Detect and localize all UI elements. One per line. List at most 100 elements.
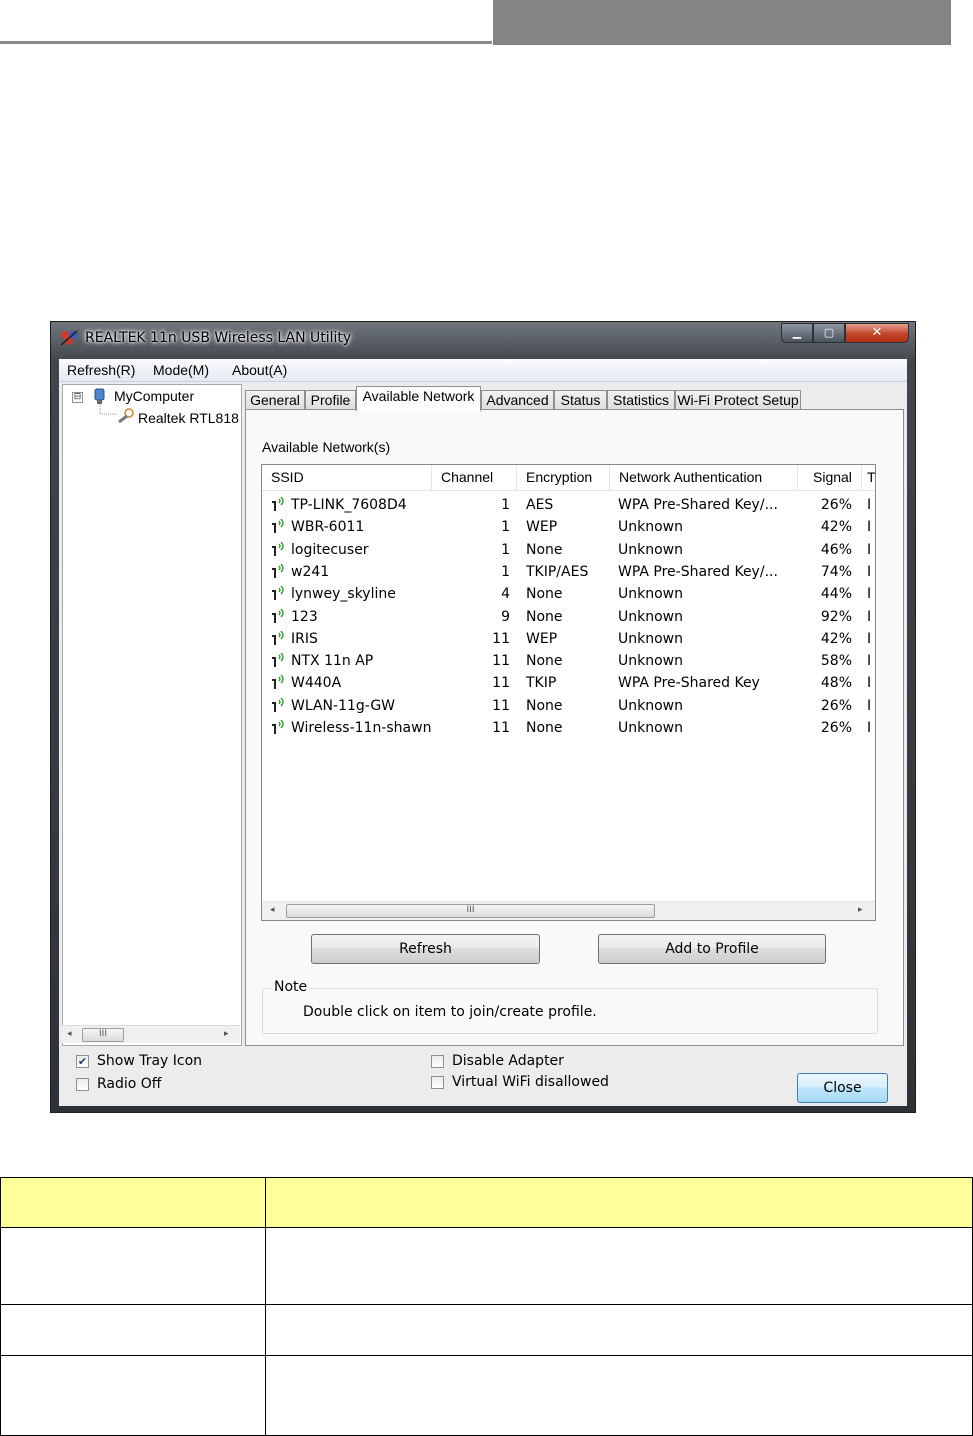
- table-row[interactable]: NTX 11n AP 11 None Unknown 58% I: [262, 650, 875, 672]
- table-row: [0, 1227, 973, 1305]
- virtual-wifi-box[interactable]: [431, 1076, 444, 1089]
- list-scroll-thumb[interactable]: III: [286, 904, 655, 918]
- cell-channel: 9: [501, 608, 510, 625]
- show-tray-icon-label: Show Tray Icon: [97, 1053, 203, 1069]
- cell-type: I: [867, 586, 872, 603]
- header-bar: [493, 0, 951, 45]
- table-cell: [0, 1304, 266, 1356]
- virtual-wifi-label: Virtual WiFi disallowed: [452, 1074, 609, 1090]
- column-network-auth[interactable]: Network Authentication: [610, 465, 798, 490]
- tree-scrollbar[interactable]: ◂ III ▸: [62, 1025, 240, 1043]
- window-client: Refresh(R) Mode(M) About(A) ⊟ MyComputer…: [59, 359, 907, 1106]
- cell-network-auth: Unknown: [618, 697, 683, 714]
- table-row[interactable]: 123 9 None Unknown 92% I: [262, 606, 875, 628]
- cell-ssid: WBR-6011: [291, 519, 365, 536]
- window-close-button[interactable]: ✕: [845, 323, 909, 343]
- realtek-app-icon: [60, 330, 78, 346]
- cell-encryption: None: [526, 541, 563, 558]
- menu-about[interactable]: About(A): [232, 362, 287, 378]
- cell-encryption: WEP: [526, 519, 558, 536]
- table-row[interactable]: WBR-6011 1 WEP Unknown 42% I: [262, 516, 875, 538]
- cell-channel: 1: [501, 519, 510, 536]
- cell-signal: 44%: [820, 586, 852, 603]
- title-bar[interactable]: REALTEK 11n USB Wireless LAN Utility ▁ ▢…: [51, 322, 915, 352]
- tab-advanced[interactable]: Advanced: [481, 390, 554, 410]
- tab-available-network[interactable]: Available Network: [356, 386, 481, 411]
- maximize-button[interactable]: ▢: [813, 323, 845, 343]
- wifi-signal-icon: [272, 697, 284, 712]
- tab-general[interactable]: General: [245, 390, 305, 410]
- refresh-button[interactable]: Refresh: [311, 934, 540, 964]
- cell-type: I: [867, 653, 872, 670]
- wifi-signal-icon: [272, 720, 284, 734]
- cell-signal: 92%: [820, 608, 852, 625]
- cell-signal: 42%: [820, 630, 852, 647]
- table-cell: [265, 1304, 973, 1356]
- tab-statistics[interactable]: Statistics: [607, 390, 675, 410]
- tab-wifi-protect-setup[interactable]: Wi-Fi Protect Setup: [675, 390, 801, 410]
- cell-ssid: Wireless-11n-shawn: [291, 720, 432, 736]
- tree-scroll-right-icon[interactable]: ▸: [224, 1029, 229, 1039]
- section-title: Available Network(s): [262, 439, 391, 455]
- show-tray-icon-box[interactable]: ✔: [76, 1055, 89, 1068]
- cell-encryption: None: [526, 697, 563, 714]
- tab-status[interactable]: Status: [554, 390, 607, 410]
- tree-scroll-thumb[interactable]: III: [82, 1028, 124, 1042]
- menu-refresh[interactable]: Refresh(R): [67, 362, 135, 378]
- column-type[interactable]: T: [862, 465, 875, 490]
- cell-ssid: NTX 11n AP: [291, 653, 374, 670]
- list-scrollbar[interactable]: ◂ III ▸: [262, 901, 875, 920]
- column-ssid[interactable]: SSID: [262, 465, 432, 490]
- radio-off-label: Radio Off: [97, 1076, 162, 1092]
- table-row[interactable]: W440A 11 TKIP WPA Pre-Shared Key 48% I: [262, 672, 875, 694]
- disable-adapter-box[interactable]: [431, 1055, 444, 1068]
- table-row[interactable]: logitecuser 1 None Unknown 46% I: [262, 539, 875, 561]
- table-row[interactable]: w241 1 TKIP/AES WPA Pre-Shared Key/... 74% I: [262, 561, 875, 583]
- cell-channel: 1: [501, 563, 510, 580]
- note-legend: Note: [271, 979, 311, 995]
- table-row[interactable]: TP-LINK_7608D4 1 AES WPA Pre-Shared Key/...…: [262, 494, 875, 516]
- window-title: REALTEK 11n USB Wireless LAN Utility: [85, 330, 352, 346]
- table-row[interactable]: lynwey_skyline 4 None Unknown 44% I: [262, 583, 875, 605]
- disable-adapter-label: Disable Adapter: [452, 1053, 564, 1069]
- table-row: [0, 1304, 973, 1356]
- menu-mode[interactable]: Mode(M): [153, 362, 209, 378]
- network-list: SSID Channel Encryption Network Authenti…: [261, 464, 876, 921]
- table-cell: [0, 1227, 266, 1305]
- cell-encryption: None: [526, 653, 563, 670]
- wifi-signal-icon: [272, 608, 284, 623]
- close-button[interactable]: Close: [797, 1073, 888, 1103]
- cell-encryption: None: [526, 720, 563, 736]
- column-encryption[interactable]: Encryption: [517, 465, 610, 490]
- adapter-icon: [118, 408, 134, 424]
- tree-scroll-left-icon[interactable]: ◂: [67, 1029, 72, 1039]
- cell-signal: 48%: [820, 675, 852, 692]
- app-window: REALTEK 11n USB Wireless LAN Utility ▁ ▢…: [50, 321, 916, 1113]
- column-signal[interactable]: Signal: [798, 465, 862, 490]
- list-scroll-left-icon[interactable]: ◂: [270, 905, 275, 915]
- cell-signal: 46%: [820, 541, 852, 558]
- cell-channel: 11: [492, 630, 510, 647]
- table-row[interactable]: WLAN-11g-GW 11 None Unknown 26% I: [262, 695, 875, 717]
- table-row[interactable]: IRIS 11 WEP Unknown 42% I: [262, 628, 875, 650]
- cell-ssid: TP-LINK_7608D4: [291, 497, 407, 513]
- tree-node-mycomputer[interactable]: MyComputer: [114, 388, 194, 404]
- list-scroll-right-icon[interactable]: ▸: [858, 905, 863, 915]
- tab-profile[interactable]: Profile: [305, 390, 356, 410]
- cell-type: I: [867, 675, 872, 692]
- cell-channel: 11: [492, 720, 510, 736]
- cell-ssid: WLAN-11g-GW: [291, 697, 396, 714]
- table-row[interactable]: Wireless-11n-shawn 11 None Unknown 26% I: [262, 717, 875, 739]
- cell-ssid: lynwey_skyline: [291, 586, 396, 603]
- radio-off-box[interactable]: [76, 1078, 89, 1091]
- cell-type: I: [867, 497, 872, 513]
- add-to-profile-button[interactable]: Add to Profile: [598, 934, 826, 964]
- cell-encryption: WEP: [526, 630, 558, 647]
- description-table: [0, 1177, 973, 1436]
- cell-ssid: w241: [291, 563, 330, 580]
- cell-channel: 1: [501, 541, 510, 558]
- tree-collapse-icon[interactable]: ⊟: [72, 392, 83, 403]
- minimize-button[interactable]: ▁: [781, 323, 813, 343]
- tree-node-adapter[interactable]: Realtek RTL818: [138, 410, 239, 426]
- column-channel[interactable]: Channel: [432, 465, 517, 490]
